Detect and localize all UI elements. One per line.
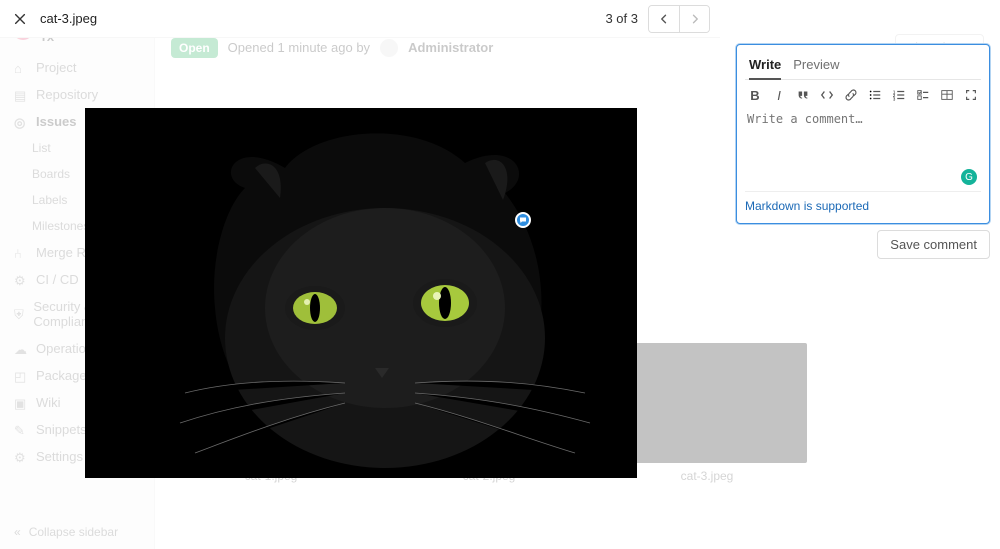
- prev-button[interactable]: [649, 6, 679, 32]
- divider: [745, 191, 981, 192]
- markdown-help-link[interactable]: Markdown is supported: [745, 199, 869, 213]
- grammarly-icon[interactable]: G: [961, 169, 977, 185]
- quote-icon[interactable]: [795, 86, 811, 104]
- lightbox-image[interactable]: [85, 108, 637, 478]
- chevron-right-icon: [689, 13, 701, 25]
- lightbox-nav: [648, 5, 710, 33]
- bullet-list-icon[interactable]: [867, 86, 883, 104]
- task-list-icon[interactable]: [915, 86, 931, 104]
- comment-tabs: Write Preview: [745, 53, 981, 80]
- comment-icon: [519, 216, 527, 224]
- comment-input[interactable]: [745, 108, 981, 186]
- editor-toolbar: B I 123: [745, 80, 981, 108]
- feedback-marker[interactable]: [515, 212, 531, 228]
- italic-icon[interactable]: I: [771, 86, 787, 104]
- bold-icon[interactable]: B: [747, 86, 763, 104]
- next-button: [679, 6, 709, 32]
- fullscreen-icon[interactable]: [963, 86, 979, 104]
- link-icon[interactable]: [843, 86, 859, 104]
- lightbox-filename: cat-3.jpeg: [40, 11, 97, 26]
- tab-preview[interactable]: Preview: [793, 53, 839, 79]
- comment-panel: Write Preview B I 123 G Markdown is supp…: [736, 44, 990, 224]
- tab-write[interactable]: Write: [749, 53, 781, 80]
- save-comment-button[interactable]: Save comment: [877, 230, 990, 259]
- close-icon[interactable]: [10, 9, 30, 29]
- svg-text:3: 3: [893, 96, 896, 101]
- table-icon[interactable]: [939, 86, 955, 104]
- chevron-left-icon: [658, 13, 670, 25]
- lightbox-position: 3 of 3: [605, 11, 638, 26]
- lightbox-header: cat-3.jpeg 3 of 3: [0, 0, 720, 38]
- code-icon[interactable]: [819, 86, 835, 104]
- number-list-icon[interactable]: 123: [891, 86, 907, 104]
